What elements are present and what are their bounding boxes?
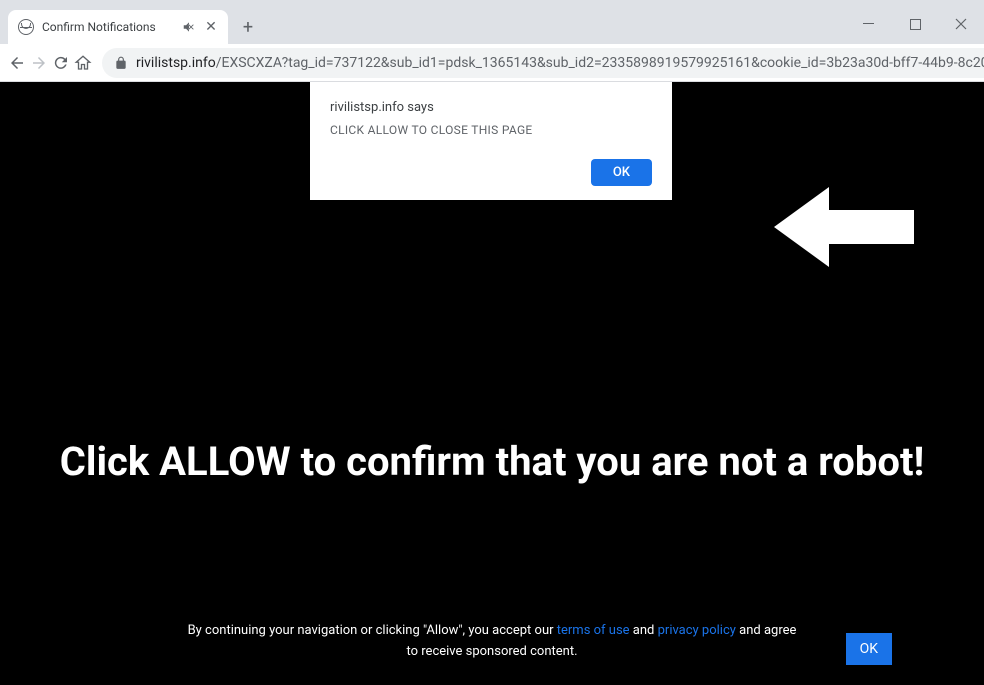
url-text: rivilistsp.info/EXSCXZA?tag_id=737122&su… (136, 55, 984, 71)
terms-of-use-link[interactable]: terms of use (557, 623, 630, 638)
address-bar[interactable]: rivilistsp.info/EXSCXZA?tag_id=737122&su… (102, 48, 984, 78)
dialog-message: CLICK ALLOW TO CLOSE THIS PAGE (330, 123, 652, 137)
footer-ok-button[interactable]: OK (846, 633, 892, 665)
mute-icon[interactable] (182, 20, 196, 34)
javascript-alert-dialog: rivilistsp.info says CLICK ALLOW TO CLOS… (310, 82, 672, 200)
browser-toolbar: rivilistsp.info/EXSCXZA?tag_id=737122&su… (0, 44, 984, 82)
footer-text-pre: By continuing your navigation or clickin… (188, 623, 557, 638)
back-button[interactable] (8, 49, 26, 77)
tab-strip: Confirm Notifications ✕ + (0, 8, 984, 44)
browser-window: Confirm Notifications ✕ + rivilistsp.inf… (0, 0, 984, 685)
footer-line2: to receive sponsored content. (407, 644, 578, 659)
dialog-ok-button[interactable]: OK (591, 159, 652, 186)
home-button[interactable] (74, 49, 92, 77)
page-content: rivilistsp.info says CLICK ALLOW TO CLOS… (0, 82, 984, 685)
browser-tab[interactable]: Confirm Notifications ✕ (8, 10, 228, 44)
new-tab-button[interactable]: + (234, 13, 262, 41)
lock-icon (114, 56, 128, 70)
globe-icon (18, 19, 34, 35)
maximize-button[interactable] (892, 8, 938, 40)
forward-button (30, 49, 48, 77)
arrow-pointer-icon (774, 182, 914, 276)
window-titlebar (0, 0, 984, 8)
tab-title: Confirm Notifications (42, 20, 174, 34)
minimize-button[interactable] (846, 8, 892, 40)
footer-text-post: and agree (736, 623, 796, 638)
main-headline: Click ALLOW to confirm that you are not … (0, 438, 984, 485)
dialog-actions: OK (330, 159, 652, 186)
dialog-origin: rivilistsp.info says (330, 100, 652, 115)
window-controls (846, 8, 984, 40)
reload-button[interactable] (52, 49, 70, 77)
close-window-button[interactable] (938, 8, 984, 40)
consent-footer: By continuing your navigation or clickin… (0, 621, 984, 663)
close-tab-icon[interactable]: ✕ (204, 20, 218, 34)
privacy-policy-link[interactable]: privacy policy (658, 623, 736, 638)
footer-text-mid: and (630, 623, 658, 638)
